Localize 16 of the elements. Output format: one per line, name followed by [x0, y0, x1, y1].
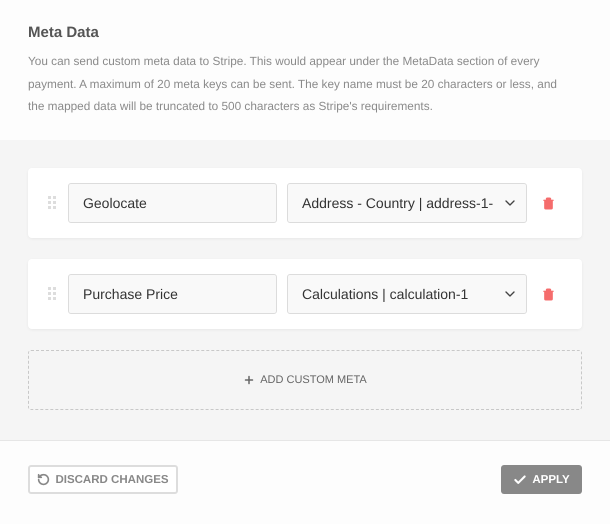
- plus-icon: [243, 374, 256, 386]
- delete-icon[interactable]: [542, 288, 555, 300]
- check-icon: [513, 472, 528, 486]
- apply-button[interactable]: APPLY: [501, 465, 582, 494]
- meta-value-dropdown[interactable]: Address - Country | address-1-: [287, 183, 527, 223]
- meta-key-field[interactable]: Geolocate: [68, 183, 277, 223]
- meta-value-dropdown[interactable]: Calculations | calculation-1: [287, 274, 527, 314]
- delete-icon[interactable]: [542, 196, 555, 210]
- section-description: You can send custom meta data to Stripe. This would appear under the MetaData section of every payment. A maximum of 20 meta keys can be sent. The key name must be 20 characters or less, and the mapped data will be truncated to 500 characters as Stripe's requirements.: [28, 53, 558, 115]
- add-custom-meta-button[interactable]: ADD CUSTOM META: [28, 350, 582, 410]
- drag-handle-icon[interactable]: [48, 287, 56, 301]
- section-title: Meta Data: [28, 24, 100, 41]
- drag-handle-icon[interactable]: [48, 196, 56, 210]
- meta-key-field[interactable]: Purchase Price: [68, 274, 277, 314]
- discard-changes-button[interactable]: DISCARD CHANGES: [28, 465, 178, 494]
- undo-icon: [37, 473, 50, 486]
